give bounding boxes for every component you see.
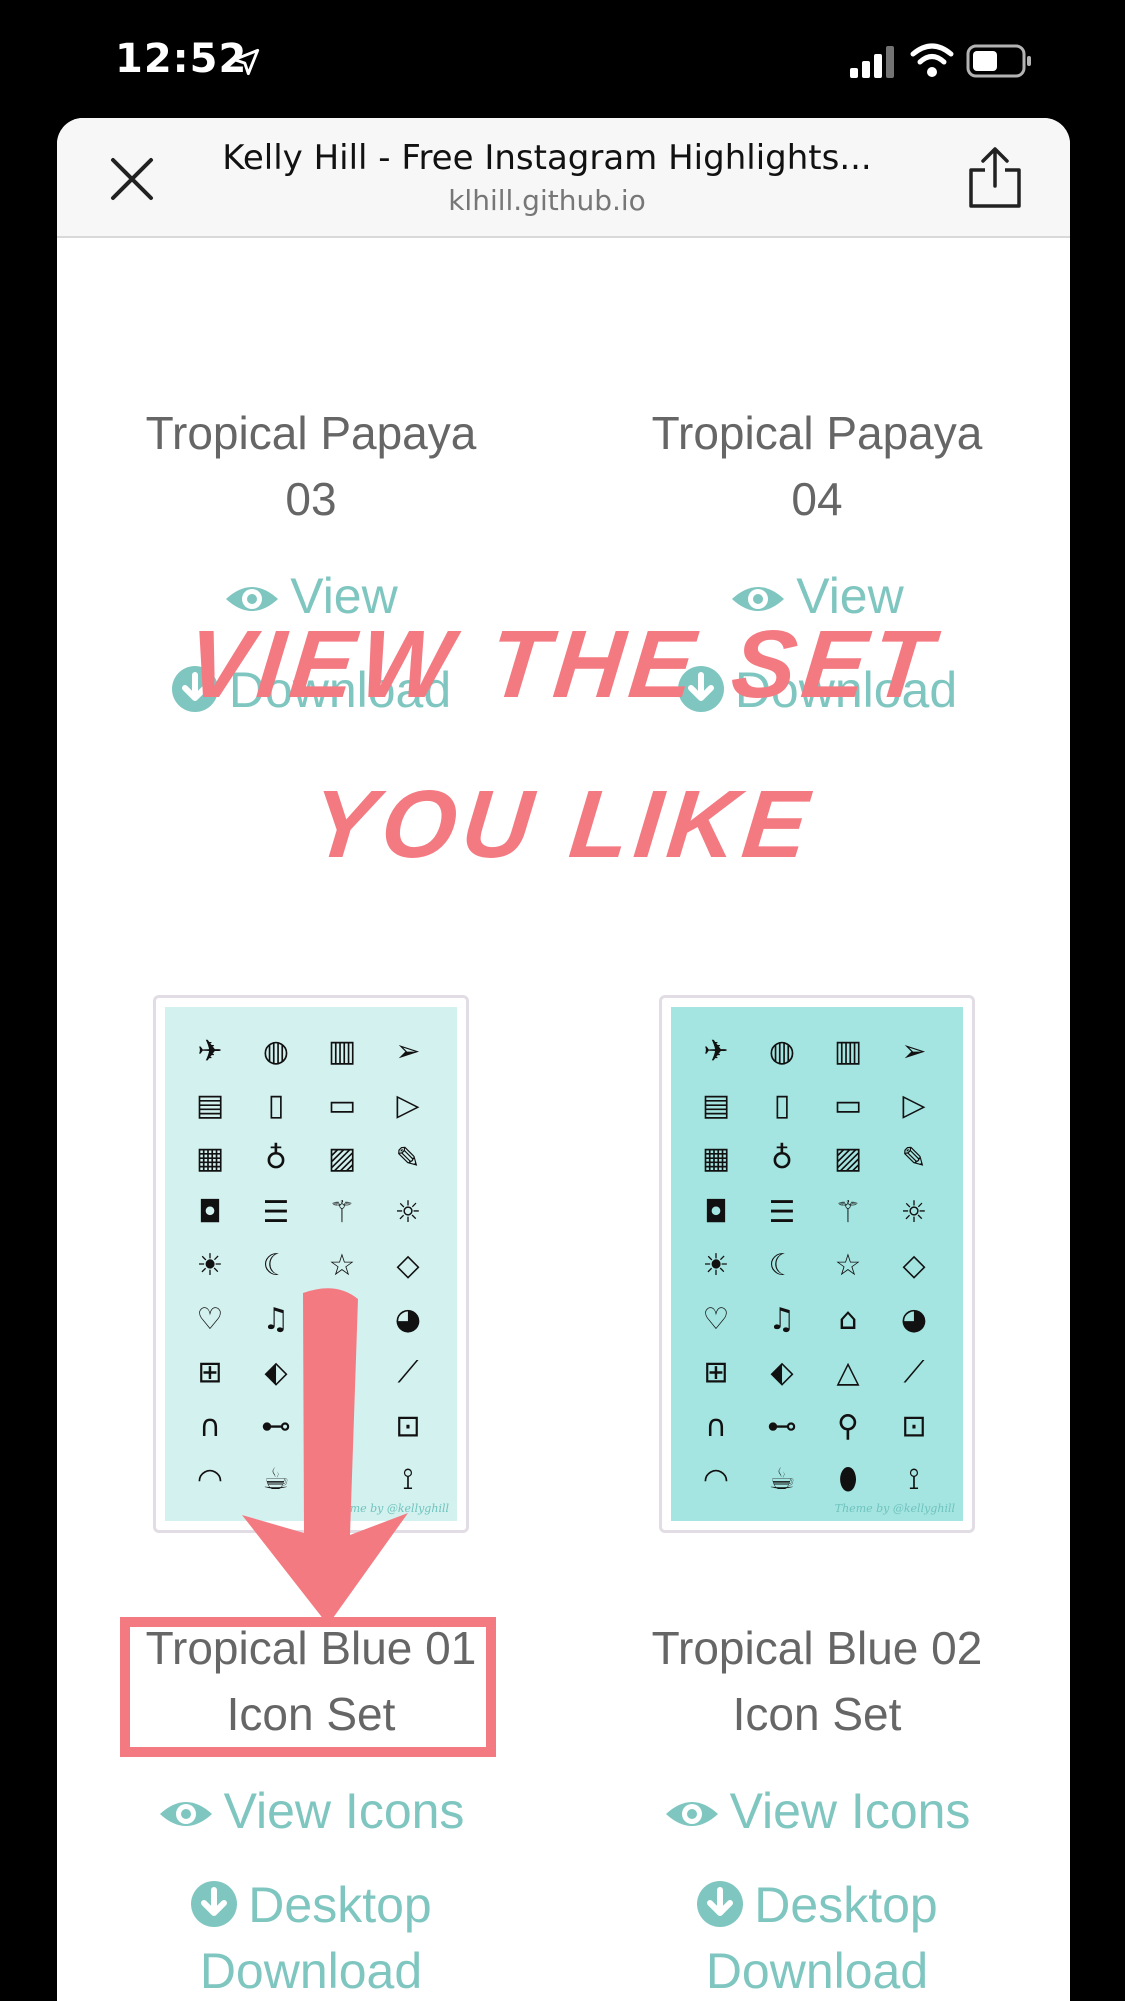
page-url: klhill.github.io xyxy=(448,184,646,217)
highlight-box-annotation xyxy=(120,1617,496,1757)
desktop-download-line1: Desktop xyxy=(754,1877,938,1933)
desktop-download-line2: Download xyxy=(199,1943,423,1999)
music-note-icon: ♫ xyxy=(768,1301,796,1337)
theme-signature: Theme by @kellyghill xyxy=(834,1502,955,1515)
share-icon[interactable] xyxy=(965,146,1025,210)
wifi-icon xyxy=(910,43,954,77)
pencil-icon: ✎ xyxy=(395,1141,421,1176)
overlay-text-line2: YOU LIKE xyxy=(306,771,819,878)
pineapple-icon: ⬮ xyxy=(838,1462,858,1497)
desktop-download-line2: Download xyxy=(705,1943,929,1999)
light-bulb-icon: ☼ xyxy=(900,1194,928,1230)
hanger-icon: △ xyxy=(836,1355,860,1390)
globe-icon: ◍ xyxy=(768,1034,796,1069)
coffee-cup-icon: ☕ xyxy=(768,1462,796,1497)
airplane-icon: ✈ xyxy=(197,1034,223,1069)
passport-icon: ▯ xyxy=(267,1087,285,1123)
status-time: 12:52 xyxy=(115,36,248,82)
tags-icon: ⬖ xyxy=(770,1355,794,1390)
moon-icon: ☾ xyxy=(768,1248,796,1283)
sun-icon: ☀ xyxy=(702,1248,730,1283)
pencil-icon: ✎ xyxy=(901,1141,927,1176)
image-icon: ▨ xyxy=(327,1141,357,1176)
image-icon: ▨ xyxy=(833,1141,863,1176)
microphone-icon: ♁ xyxy=(771,1141,793,1176)
light-bulb-icon: ☼ xyxy=(394,1194,422,1230)
star-icon: ☆ xyxy=(834,1248,862,1283)
item-title-line2: Icon Set xyxy=(732,1688,902,1740)
microphone-icon: ♁ xyxy=(265,1141,287,1176)
camera-icon: ◘ xyxy=(198,1194,222,1230)
mirror-brush-icon: ⚲ xyxy=(837,1408,859,1444)
status-bar: 12:52 xyxy=(0,0,1125,120)
camera-icon: ◘ xyxy=(704,1194,728,1230)
desktop-download-line1: Desktop xyxy=(248,1877,432,1933)
item-title-line1: Tropical Blue 02 xyxy=(651,1622,983,1674)
item-title: Tropical Papaya 04 xyxy=(597,400,1037,532)
desktop-download-link[interactable]: Desktop Download xyxy=(91,1872,531,2001)
play-icon: ▷ xyxy=(902,1087,926,1123)
suitcase-icon: ▤ xyxy=(701,1087,731,1123)
item-title-line2: 03 xyxy=(285,473,337,525)
dumbbell-icon: ⊷ xyxy=(767,1408,797,1444)
battery-icon xyxy=(966,44,1031,78)
view-icons-link[interactable]: View Icons xyxy=(597,1778,1037,1844)
suitcase-icon: ▤ xyxy=(195,1087,225,1123)
desktop-download-link[interactable]: Desktop Download xyxy=(597,1872,1037,2001)
heart-icon: ♡ xyxy=(702,1301,730,1337)
magic-wand-icon: ⚚ xyxy=(834,1194,862,1230)
carrot-icon: ⟟ xyxy=(908,1462,920,1497)
airplane-icon: ✈ xyxy=(703,1034,729,1069)
download-circle-icon xyxy=(191,1881,238,1927)
gift-icon: ⊡ xyxy=(901,1408,927,1444)
item-title: Tropical Blue 02 Icon Set xyxy=(597,1615,1037,1747)
lipstick-icon: ⟋ xyxy=(903,1355,925,1390)
eye-icon xyxy=(159,1802,212,1826)
arrow-down-annotation xyxy=(242,1288,408,1625)
magic-wand-icon: ⚚ xyxy=(328,1194,356,1230)
paper-plane-icon: ➢ xyxy=(901,1034,927,1069)
map-icon: ▥ xyxy=(327,1034,357,1069)
item-title-line1: Tropical Papaya xyxy=(651,407,983,459)
jump-rope-icon: ∩ xyxy=(705,1408,727,1444)
house-icon: ⌂ xyxy=(838,1301,858,1337)
sliders-icon: ☰ xyxy=(262,1194,290,1230)
item-title-line2: 04 xyxy=(791,473,843,525)
icon-grid: ✈ ◍ ▥ ➢ ▤ ▯ ▭ ▷ ▦ ♁ ▨ ✎ ◘ ☰ ⚚ ☼ ☀ ☾ ☆ ◇ … xyxy=(685,1025,947,1507)
overlay-text-line1: VIEW THE SET xyxy=(182,611,943,718)
location-arrow-icon xyxy=(232,48,260,76)
paper-plane-icon: ➢ xyxy=(395,1034,421,1069)
laptop-icon: ▭ xyxy=(327,1087,357,1123)
browser-header: Kelly Hill - Free Instagram Highlights..… xyxy=(57,118,1070,238)
diamond-icon: ◇ xyxy=(902,1248,926,1283)
download-circle-icon xyxy=(697,1881,744,1927)
page-title: Kelly Hill - Free Instagram Highlights..… xyxy=(222,138,872,178)
eye-icon xyxy=(665,1802,718,1826)
laptop-icon: ▭ xyxy=(833,1087,863,1123)
sliders-icon: ☰ xyxy=(768,1194,796,1230)
palette-icon: ◕ xyxy=(900,1301,928,1337)
croissant-icon: ◠ xyxy=(702,1462,730,1497)
map-icon: ▥ xyxy=(833,1034,863,1069)
film-icon: ▦ xyxy=(195,1141,225,1176)
icon-set-preview: ✈ ◍ ▥ ➢ ▤ ▯ ▭ ▷ ▦ ♁ ▨ ✎ ◘ ☰ ⚚ ☼ ☀ ☾ ☆ ◇ … xyxy=(671,1007,963,1521)
icon-set-preview-card[interactable]: ✈ ◍ ▥ ➢ ▤ ▯ ▭ ▷ ▦ ♁ ▨ ✎ ◘ ☰ ⚚ ☼ ☀ ☾ ☆ ◇ … xyxy=(659,995,975,1533)
play-icon: ▷ xyxy=(396,1087,420,1123)
shopping-cart-icon: ⊞ xyxy=(703,1355,729,1390)
cellular-signal-icon xyxy=(850,46,894,78)
item-title: Tropical Papaya 03 xyxy=(91,400,531,532)
view-icons-label: View Icons xyxy=(729,1783,971,1839)
item-title-line1: Tropical Papaya xyxy=(145,407,477,459)
globe-icon: ◍ xyxy=(262,1034,290,1069)
view-icons-link[interactable]: View Icons xyxy=(91,1778,531,1844)
film-icon: ▦ xyxy=(701,1141,731,1176)
passport-icon: ▯ xyxy=(773,1087,791,1123)
view-icons-label: View Icons xyxy=(223,1783,465,1839)
